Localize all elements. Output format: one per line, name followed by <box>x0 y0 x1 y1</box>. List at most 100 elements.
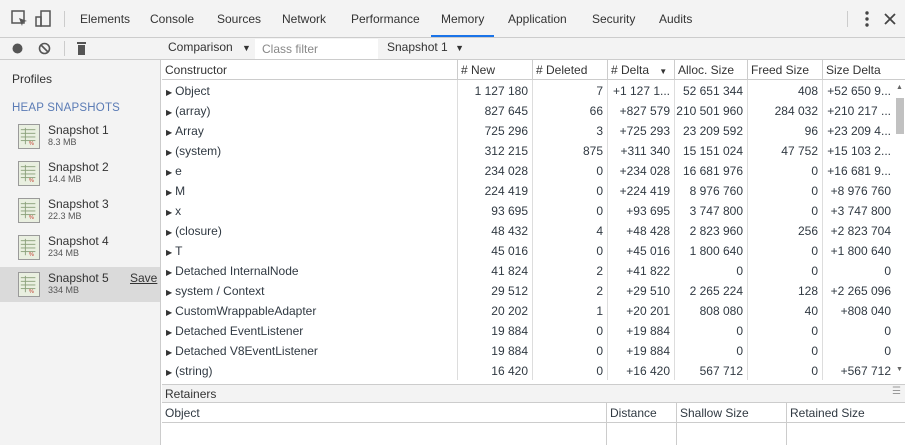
value-cell: 47 752 <box>781 144 818 158</box>
column-header[interactable]: Size Delta <box>822 60 895 80</box>
table-row[interactable]: ▶ T 45 016 0 +45 016 1 800 640 0 +1 800 640 <box>162 241 895 261</box>
value-cell: 48 432 <box>491 224 528 238</box>
value-cell: 1 127 180 <box>474 84 528 98</box>
table-row[interactable]: ▶ Detached EventListener 19 884 0 +19 884 0 0 0 <box>162 321 895 341</box>
expand-arrow-icon[interactable]: ▶ <box>166 368 172 377</box>
constructor-cell: ▶ (system) <box>162 141 457 161</box>
expand-arrow-icon[interactable]: ▶ <box>166 148 172 157</box>
column-header[interactable]: # Delta ▼ <box>607 60 674 80</box>
snapshot-size: 14.4 MB <box>48 174 82 184</box>
view-mode-select[interactable]: Comparison ▼ <box>168 40 251 54</box>
value-cell: 0 <box>596 344 603 358</box>
table-row[interactable]: ▶ CustomWrappableAdapter 20 202 1 +20 201 808… <box>162 301 895 321</box>
constructor-name: (system) <box>175 144 222 158</box>
device-toolbar-icon[interactable] <box>34 9 54 29</box>
value-cell: +567 712 <box>840 364 891 378</box>
value-cell: 875 <box>582 144 603 158</box>
tab-network[interactable]: Network <box>272 0 336 37</box>
value-cell: 52 651 344 <box>682 84 743 98</box>
snapshot-item[interactable]: % Snapshot 3 22.3 MB <box>0 193 160 228</box>
clear-icon[interactable] <box>38 42 51 55</box>
collect-garbage-icon[interactable] <box>75 41 88 56</box>
expand-arrow-icon[interactable]: ▶ <box>166 308 172 317</box>
retainers-column-header[interactable]: Retained Size <box>786 403 905 423</box>
scrollbar-thumb[interactable] <box>896 98 904 134</box>
table-row[interactable]: ▶ e 234 028 0 +234 028 16 681 976 0 +16 681 9..… <box>162 161 895 181</box>
expand-arrow-icon[interactable]: ▶ <box>166 228 172 237</box>
scroll-up-icon[interactable]: ▲ <box>896 84 903 91</box>
retainers-column-header[interactable]: Object <box>162 403 606 423</box>
value-cell: 96 <box>804 124 818 138</box>
expand-arrow-icon[interactable]: ▶ <box>166 108 172 117</box>
value-cell: 41 824 <box>491 264 528 278</box>
snapshot-name: Snapshot 2 <box>48 160 109 174</box>
constructor-cell: ▶ T <box>162 241 457 261</box>
value-cell: 66 <box>589 104 603 118</box>
expand-arrow-icon[interactable]: ▶ <box>166 88 172 97</box>
table-row[interactable]: ▶ x 93 695 0 +93 695 3 747 800 0 +3 747 800 <box>162 201 895 221</box>
more-options-icon[interactable] <box>857 9 877 29</box>
expand-arrow-icon[interactable]: ▶ <box>166 248 172 257</box>
column-header[interactable]: Alloc. Size <box>674 60 747 80</box>
retainers-column-header[interactable]: Shallow Size <box>676 403 786 423</box>
snapshot-name: Snapshot 5 <box>48 271 109 285</box>
close-icon[interactable] <box>880 9 900 29</box>
value-cell: 0 <box>736 264 743 278</box>
value-cell: +20 201 <box>626 304 670 318</box>
expand-arrow-icon[interactable]: ▶ <box>166 168 172 177</box>
table-row[interactable]: ▶ (system) 312 215 875 +311 340 15 151 024 47 … <box>162 141 895 161</box>
record-icon[interactable] <box>11 42 24 55</box>
table-row[interactable]: ▶ Array 725 296 3 +725 293 23 209 592 96 +23 20… <box>162 121 895 141</box>
column-header[interactable]: # New <box>457 60 532 80</box>
expand-arrow-icon[interactable]: ▶ <box>166 208 172 217</box>
expand-arrow-icon[interactable]: ▶ <box>166 348 172 357</box>
table-row[interactable]: ▶ Object 1 127 180 7 +1 127 1... 52 651 344 40… <box>162 81 895 101</box>
expand-arrow-icon[interactable]: ▶ <box>166 328 172 337</box>
divider <box>64 11 65 27</box>
expand-arrow-icon[interactable]: ▶ <box>166 288 172 297</box>
value-cell: 0 <box>811 244 818 258</box>
profiles-toolbar <box>0 38 162 60</box>
table-row[interactable]: ▶ (string) 16 420 0 +16 420 567 712 0 +567 712 <box>162 361 895 381</box>
snapshot-item[interactable]: % Snapshot 4 234 MB <box>0 230 160 265</box>
table-row[interactable]: ▶ Detached V8EventListener 19 884 0 +19 884 0… <box>162 341 895 361</box>
table-row[interactable]: ▶ Detached InternalNode 41 824 2 +41 822 0 0 0 <box>162 261 895 281</box>
snapshot-item[interactable]: % Snapshot 5 334 MB Save <box>0 267 160 302</box>
tab-console[interactable]: Console <box>140 0 204 37</box>
tab-performance[interactable]: Performance <box>341 0 430 37</box>
tab-application[interactable]: Application <box>498 0 577 37</box>
retainers-bar: Retainers ☰ <box>162 384 905 403</box>
snapshot-size: 8.3 MB <box>48 137 77 147</box>
tab-memory[interactable]: Memory <box>431 0 495 37</box>
svg-text:%: % <box>29 289 34 295</box>
constructor-cell: ▶ Object <box>162 81 457 101</box>
table-row[interactable]: ▶ (closure) 48 432 4 +48 428 2 823 960 256 +2 8… <box>162 221 895 241</box>
expand-arrow-icon[interactable]: ▶ <box>166 268 172 277</box>
expand-arrow-icon[interactable]: ▶ <box>166 188 172 197</box>
save-link[interactable]: Save <box>130 271 157 285</box>
baseline-select[interactable]: Snapshot 1 ▼ <box>387 40 464 54</box>
snapshot-item[interactable]: % Snapshot 2 14.4 MB <box>0 156 160 191</box>
value-cell: 2 <box>596 284 603 298</box>
inspect-element-icon[interactable] <box>10 9 30 29</box>
table-row[interactable]: ▶ (array) 827 645 66 +827 579 210 501 960 284 … <box>162 101 895 121</box>
value-cell: +16 420 <box>626 364 670 378</box>
tab-audits[interactable]: Audits <box>649 0 702 37</box>
column-header[interactable]: # Deleted <box>532 60 607 80</box>
column-header-label: Constructor <box>165 63 228 77</box>
expand-arrow-icon[interactable]: ▶ <box>166 128 172 137</box>
class-filter-input[interactable]: Class filter <box>255 39 378 59</box>
scroll-down-icon[interactable]: ▼ <box>896 366 903 373</box>
table-row[interactable]: ▶ system / Context 29 512 2 +29 510 2 265 224… <box>162 281 895 301</box>
divider <box>847 11 848 27</box>
tab-elements[interactable]: Elements <box>70 0 140 37</box>
snapshot-item[interactable]: % Snapshot 1 8.3 MB <box>0 119 160 154</box>
table-row[interactable]: ▶ M 224 419 0 +224 419 8 976 760 0 +8 976 760 <box>162 181 895 201</box>
retainers-column-header[interactable]: Distance <box>606 403 676 423</box>
column-header[interactable]: Constructor <box>162 60 457 80</box>
heap-snapshot-icon: % <box>18 272 40 297</box>
drag-handle-icon[interactable]: ☰ <box>892 386 901 397</box>
column-header[interactable]: Freed Size <box>747 60 822 80</box>
tab-sources[interactable]: Sources <box>207 0 271 37</box>
tab-security[interactable]: Security <box>582 0 645 37</box>
